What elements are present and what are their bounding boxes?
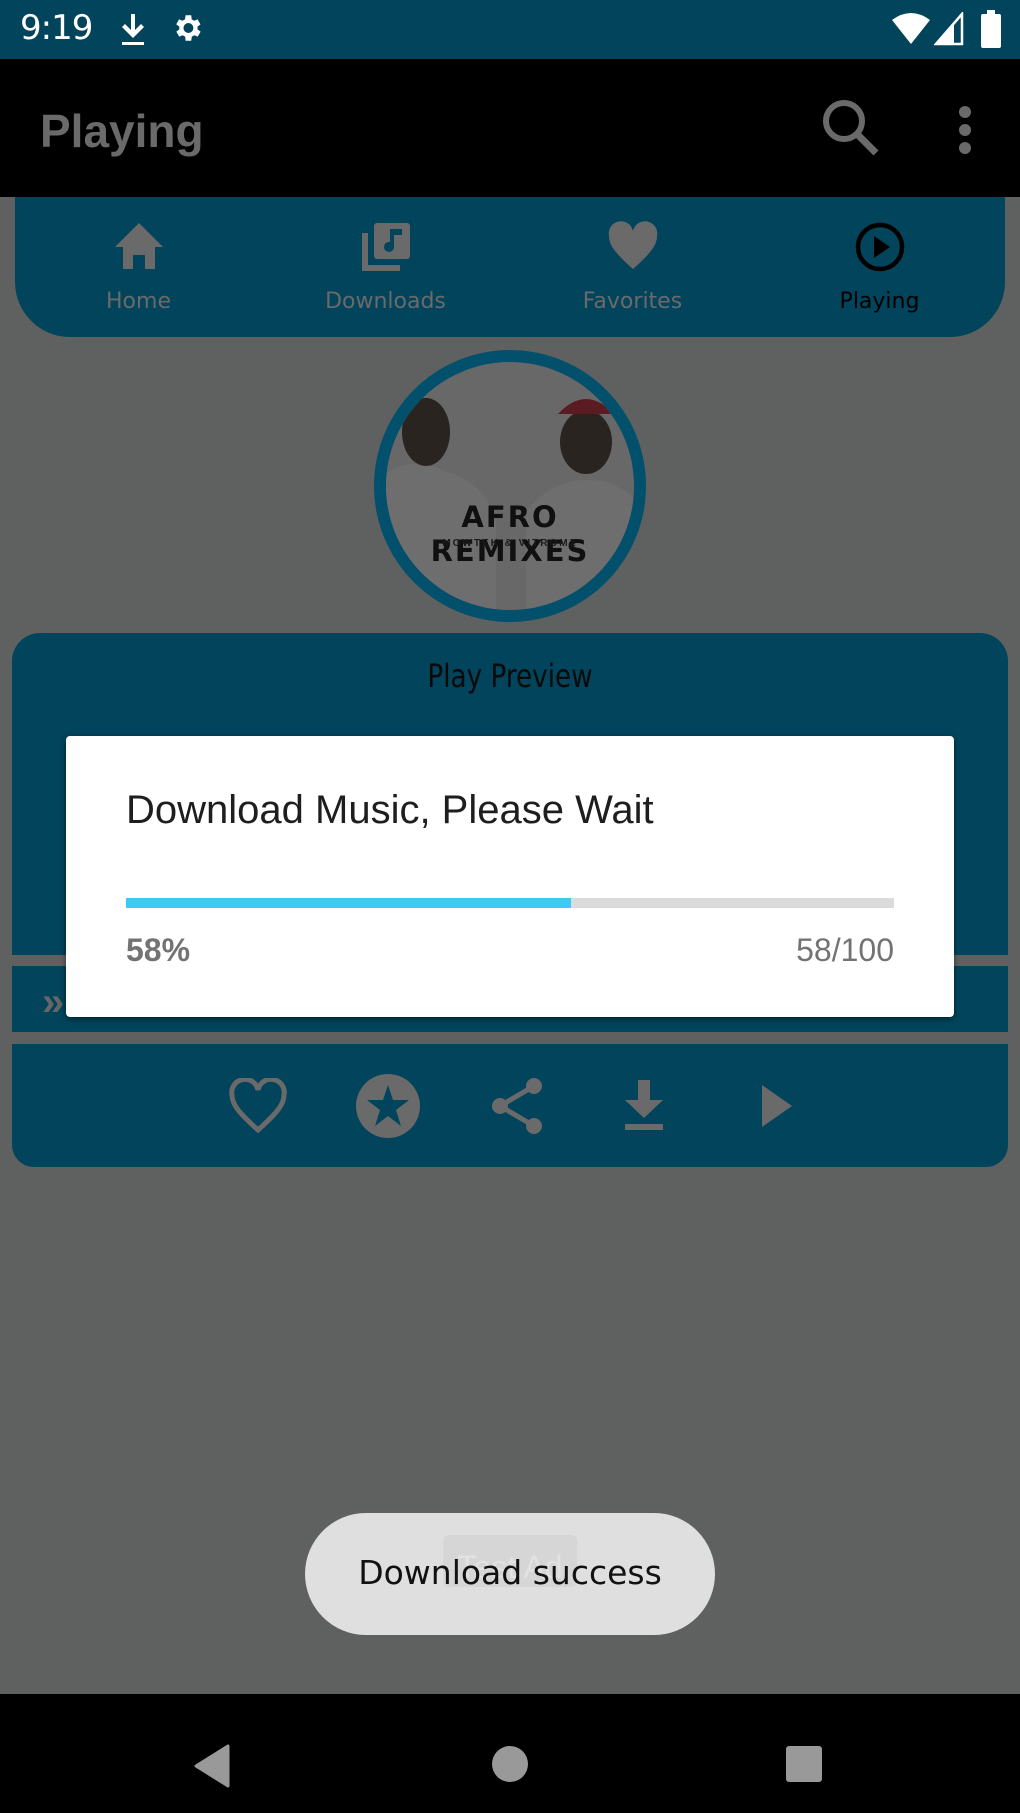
top-nav-bar: Home Downloads Favorites Playing <box>15 197 1005 337</box>
controls-card <box>12 1044 1008 1167</box>
progress-bar-fill <box>126 898 572 908</box>
tab-playing[interactable]: Playing <box>756 197 1003 337</box>
favorite-outline-icon <box>229 1078 287 1134</box>
tab-label: Favorites <box>582 289 683 314</box>
download-progress-dialog: Download Music, Please Wait 58% 58/100 <box>66 736 954 1017</box>
tab-label: Playing <box>839 289 920 314</box>
share-button[interactable] <box>482 1070 554 1142</box>
status-bar: 9:19 <box>0 0 1020 59</box>
wifi-icon <box>892 13 930 44</box>
status-time: 9:19 <box>20 8 93 48</box>
signal-icon <box>934 12 964 46</box>
rate-button[interactable] <box>352 1070 424 1142</box>
toast-message: Download success <box>358 1553 662 1592</box>
favorite-button[interactable] <box>222 1070 294 1142</box>
recents-icon[interactable] <box>784 1744 824 1784</box>
page-title: Playing <box>40 105 204 157</box>
share-icon <box>492 1078 542 1134</box>
play-button[interactable] <box>740 1070 812 1142</box>
tab-favorites[interactable]: Favorites <box>509 197 756 337</box>
album-subtitle: MOWTEK & VITROMZ <box>442 538 578 549</box>
app-bar: Playing <box>0 59 1020 197</box>
album-title: AFRO REMIXES <box>430 500 590 568</box>
tab-label: Downloads <box>325 289 446 314</box>
system-nav-bar <box>0 1694 1020 1813</box>
download-button[interactable] <box>608 1070 680 1142</box>
star-circle-icon <box>356 1074 420 1138</box>
tab-downloads[interactable]: Downloads <box>262 197 509 337</box>
library-music-icon <box>361 223 410 271</box>
album-art: AFRO REMIXES MOWTEK & VITROMZ <box>386 362 634 610</box>
progress-count: 58/100 <box>796 932 894 968</box>
download-icon <box>122 14 144 45</box>
back-icon[interactable] <box>192 1744 232 1788</box>
play-circle-icon <box>855 222 904 272</box>
fast-forward-chevron-icon: » <box>42 980 65 1024</box>
play-icon <box>762 1085 792 1127</box>
battery-icon <box>981 10 1001 48</box>
play-preview-label: Play Preview <box>427 657 593 695</box>
tab-label: Home <box>106 289 171 314</box>
heart-icon <box>608 221 657 269</box>
tab-home[interactable]: Home <box>15 197 262 337</box>
dialog-title: Download Music, Please Wait <box>126 788 654 832</box>
home-icon <box>114 223 163 269</box>
search-icon[interactable] <box>818 95 882 159</box>
progress-percent: 58% <box>126 932 191 968</box>
settings-icon <box>176 15 201 41</box>
more-vert-icon[interactable] <box>952 105 978 155</box>
artists-photo <box>386 398 634 610</box>
toast: Test Ad Download success <box>305 1513 715 1635</box>
progress-bar <box>126 898 894 908</box>
download-icon <box>625 1080 663 1130</box>
home-nav-icon[interactable] <box>490 1744 530 1784</box>
